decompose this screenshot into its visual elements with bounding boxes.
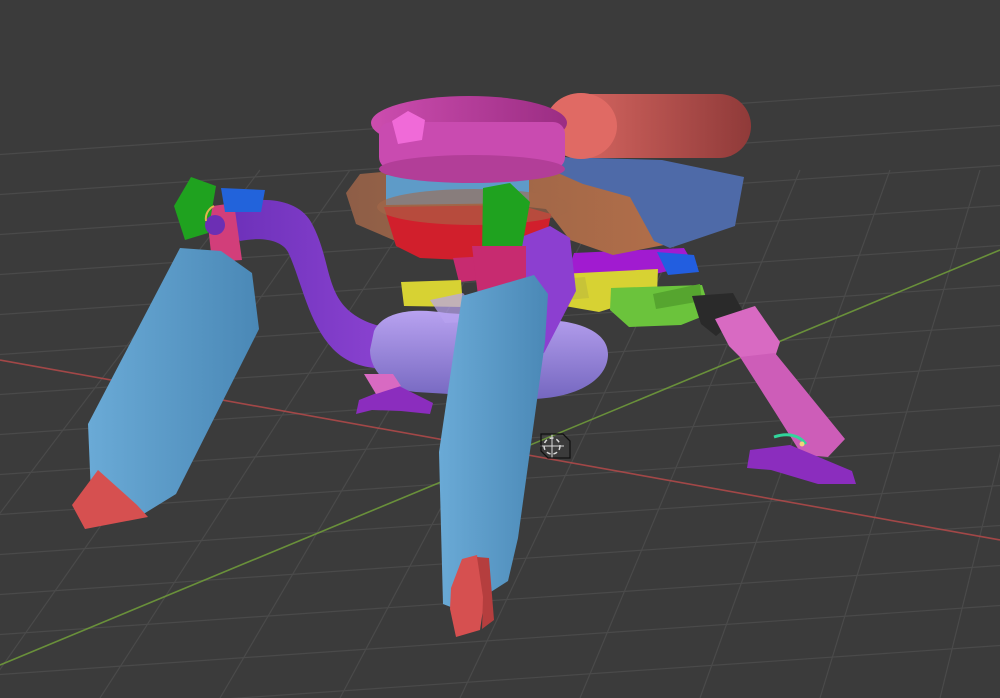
3d-cursor-icon[interactable] [540,433,571,459]
3d-viewport[interactable] [0,0,1000,698]
left-front-leg [72,248,259,529]
viewport-canvas[interactable] [0,0,1000,698]
